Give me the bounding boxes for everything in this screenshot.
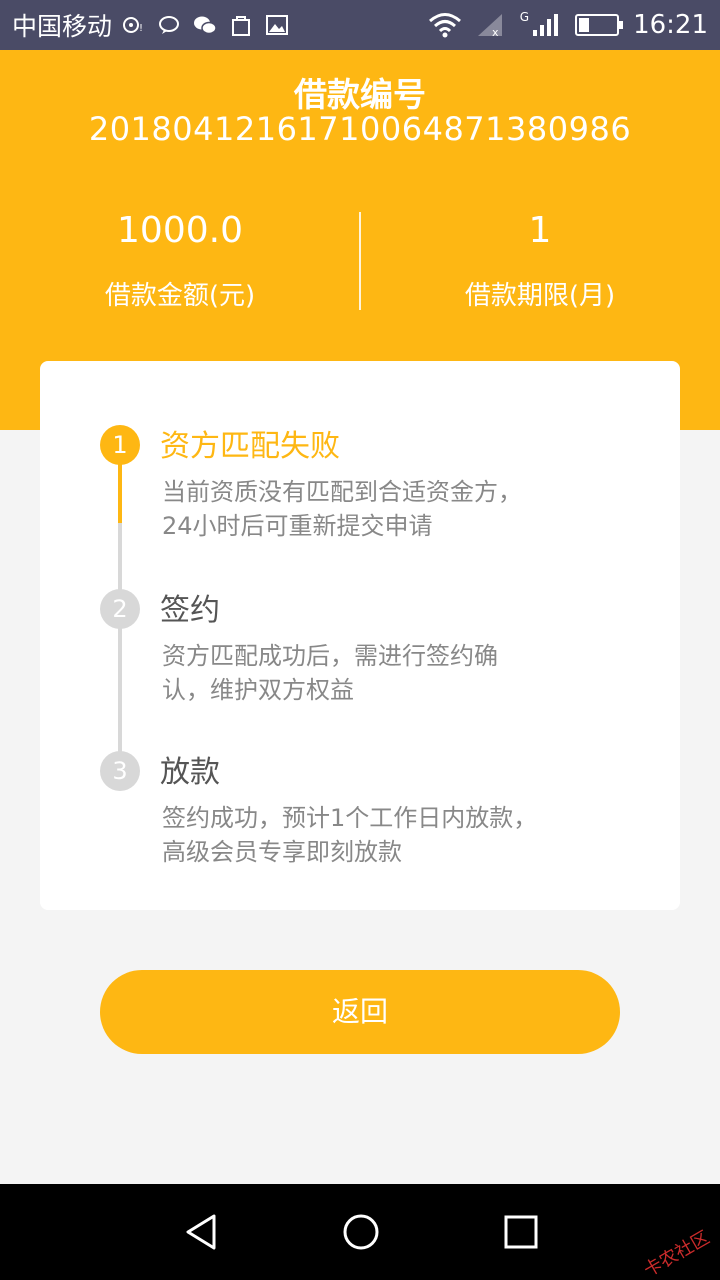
svg-text:!: !: [139, 23, 143, 34]
step-1-circle: 1: [100, 425, 140, 465]
wifi-icon: [428, 13, 461, 38]
battery-icon: [575, 14, 624, 36]
loan-term-block: 1 借款期限(月): [360, 210, 720, 312]
step-2-desc-line1: 资方匹配成功后，需进行签约确: [162, 642, 498, 670]
nav-recents-icon[interactable]: [501, 1212, 541, 1252]
step-3-title: 放款: [160, 755, 220, 790]
loan-amount-block: 1000.0 借款金额(元): [0, 210, 360, 312]
step-3-desc-line2: 高级会员专享即刻放款: [162, 838, 402, 866]
loan-term-value: 1: [528, 210, 552, 251]
loan-amount-label: 借款金额(元): [104, 281, 256, 311]
progress-line-inactive: [118, 523, 122, 771]
step-2-desc: 资方匹配成功后，需进行签约确 认，维护双方权益: [162, 639, 602, 707]
nav-back-icon[interactable]: [182, 1212, 222, 1252]
step-3-desc-line1: 签约成功，预计1个工作日内放款，: [162, 804, 538, 832]
step-2-title: 签约: [160, 593, 220, 628]
step-2-desc-line2: 认，维护双方权益: [162, 676, 354, 704]
step-1-title: 资方匹配失败: [160, 429, 340, 464]
clock: 16:21: [633, 10, 708, 40]
hotspot-icon: !: [123, 17, 143, 34]
network-type-label: G: [519, 10, 530, 24]
signal-icon: [533, 14, 559, 36]
step-1-desc-line2: 24小时后可重新提交申请: [162, 512, 433, 540]
loan-number-value: 20180412161710064871380986: [88, 110, 632, 148]
carrier-name: 中国移动: [12, 12, 113, 41]
watermark-logo: 卡农社区: [640, 1227, 714, 1280]
progress-card: 1 资方匹配失败 当前资质没有匹配到合适资金方， 24小时后可重新提交申请 2 …: [40, 361, 680, 910]
loan-number-title: 借款编号: [294, 75, 426, 114]
return-button[interactable]: 返回: [100, 970, 620, 1054]
svg-text:x: x: [492, 26, 499, 38]
bag-icon: [232, 16, 251, 36]
system-nav-bar: 卡农社区: [0, 1184, 720, 1280]
notification-icons: !: [120, 13, 290, 37]
step-1-desc-line1: 当前资质没有匹配到合适资金方，: [162, 478, 522, 506]
step-2-circle: 2: [100, 589, 140, 629]
step-3-desc: 签约成功，预计1个工作日内放款， 高级会员专享即刻放款: [162, 801, 602, 869]
step-1-desc: 当前资质没有匹配到合适资金方， 24小时后可重新提交申请: [162, 475, 602, 543]
loan-term-label: 借款期限(月): [464, 281, 616, 311]
nav-home-icon[interactable]: [341, 1212, 381, 1252]
wechat-icon: [194, 16, 217, 35]
status-bar: 中国移动 ! x G 16:21: [0, 0, 720, 50]
step-3-circle: 3: [100, 751, 140, 791]
signal-sim2-icon: x: [477, 14, 502, 38]
image-icon: [266, 15, 289, 35]
chat-bubble-icon: [159, 16, 180, 34]
progress-line-active: [118, 463, 122, 523]
loan-amount-value: 1000.0: [117, 210, 243, 251]
